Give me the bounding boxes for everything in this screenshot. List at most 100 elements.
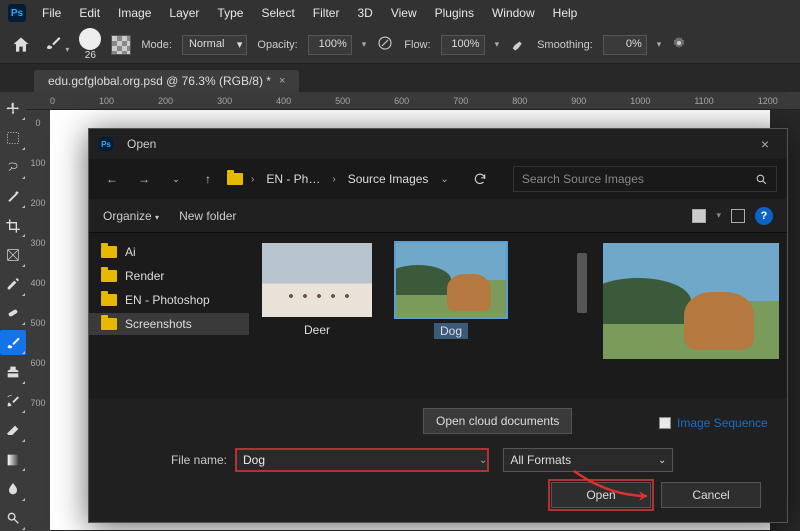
search-input[interactable]: Search Source Images	[513, 166, 777, 192]
pressure-opacity-icon[interactable]	[376, 34, 394, 55]
checkbox-icon[interactable]	[659, 417, 671, 429]
menu-image[interactable]: Image	[110, 3, 159, 23]
menu-edit[interactable]: Edit	[71, 3, 108, 23]
tree-item[interactable]: EN - Photoshop	[89, 289, 249, 311]
opacity-input[interactable]: 100%	[308, 35, 352, 55]
document-tab[interactable]: edu.gcfglobal.org.psd @ 76.3% (RGB/8) * …	[34, 70, 299, 92]
menu-filter[interactable]: Filter	[305, 3, 348, 23]
new-folder-button[interactable]: New folder	[179, 209, 236, 223]
refresh-icon[interactable]	[467, 166, 493, 192]
filename-input[interactable]	[235, 448, 489, 472]
preview-pane-icon[interactable]	[731, 209, 745, 223]
close-icon[interactable]: ×	[753, 136, 777, 152]
folder-icon	[101, 318, 117, 330]
chevron-right-icon[interactable]: ›	[249, 174, 256, 185]
mode-label: Mode:	[141, 39, 172, 51]
menu-select[interactable]: Select	[253, 3, 302, 23]
thumbnail-caption: Dog	[434, 323, 468, 339]
menu-type[interactable]: Type	[209, 3, 251, 23]
home-icon[interactable]	[8, 32, 34, 58]
dialog-title: Open	[127, 137, 156, 151]
menu-window[interactable]: Window	[484, 3, 543, 23]
magic-wand-tool[interactable]	[0, 184, 26, 209]
vertical-ruler: 0100200300400500600700	[26, 110, 50, 531]
smoothing-input[interactable]: 0%	[603, 35, 647, 55]
recent-dropdown-icon[interactable]: ⌄	[163, 166, 189, 192]
dialog-body: Ai Render EN - Photoshop Screenshots Dee…	[89, 233, 787, 398]
file-thumbnail-selected[interactable]: Dog	[391, 243, 511, 339]
brush-tool[interactable]	[0, 330, 26, 355]
opacity-label: Opacity:	[257, 39, 297, 51]
brush-size-preview[interactable]: 26	[79, 28, 101, 61]
flow-input[interactable]: 100%	[441, 35, 485, 55]
document-tab-title: edu.gcfglobal.org.psd @ 76.3% (RGB/8) *	[48, 74, 271, 88]
crop-tool[interactable]	[0, 213, 26, 238]
back-icon[interactable]: ←	[99, 166, 125, 192]
folder-icon	[101, 270, 117, 282]
smoothing-gear-icon[interactable]	[671, 35, 687, 54]
dialog-titlebar: Ps Open ×	[89, 129, 787, 159]
dog-preview-icon	[603, 243, 779, 359]
filename-label: File name:	[107, 453, 227, 467]
open-button[interactable]: Open	[551, 482, 651, 508]
chevron-right-icon[interactable]: ›	[330, 174, 337, 185]
photoshop-small-icon: Ps	[99, 137, 113, 151]
mode-select[interactable]: Normal ▾	[182, 35, 247, 55]
smoothing-label: Smoothing:	[537, 39, 593, 51]
document-tab-bar: edu.gcfglobal.org.psd @ 76.3% (RGB/8) * …	[0, 64, 800, 92]
brush-size-value: 26	[85, 50, 96, 61]
help-icon[interactable]: ?	[755, 207, 773, 225]
airbrush-icon[interactable]	[509, 34, 527, 55]
menu-help[interactable]: Help	[545, 3, 586, 23]
brush-preset-icon[interactable]	[111, 35, 131, 55]
marquee-tool[interactable]	[0, 125, 26, 150]
image-sequence-checkbox[interactable]: Image Sequence	[659, 416, 768, 430]
eyedropper-tool[interactable]	[0, 272, 26, 297]
menu-view[interactable]: View	[383, 3, 425, 23]
gradient-tool[interactable]	[0, 447, 26, 472]
menu-3d[interactable]: 3D	[349, 3, 380, 23]
blur-tool[interactable]	[0, 476, 26, 501]
breadcrumb-seg-1[interactable]: EN - Ph…	[262, 170, 324, 188]
menu-plugins[interactable]: Plugins	[427, 3, 482, 23]
photoshop-logo-icon: Ps	[8, 4, 26, 22]
frame-tool[interactable]	[0, 242, 26, 267]
format-select[interactable]: All Formats⌄	[503, 448, 673, 472]
chevron-down-icon[interactable]: ⌄	[438, 174, 450, 185]
breadcrumb[interactable]: › EN - Ph… › Source Images ⌄	[227, 170, 451, 188]
folder-tree: Ai Render EN - Photoshop Screenshots	[89, 233, 249, 398]
breadcrumb-seg-2[interactable]: Source Images	[344, 170, 433, 188]
menubar: Ps File Edit Image Layer Type Select Fil…	[0, 0, 800, 26]
tree-item[interactable]: Render	[89, 265, 249, 287]
close-tab-icon[interactable]: ×	[279, 75, 285, 87]
folder-icon	[227, 173, 243, 185]
tree-item[interactable]: Ai	[89, 241, 249, 263]
dodge-tool[interactable]	[0, 506, 26, 531]
tool-palette	[0, 92, 26, 531]
brush-tool-icon[interactable]: ▾	[44, 34, 69, 55]
folder-icon	[101, 294, 117, 306]
menu-layer[interactable]: Layer	[161, 3, 207, 23]
search-icon	[755, 173, 768, 186]
cancel-button[interactable]: Cancel	[661, 482, 761, 508]
healing-brush-tool[interactable]	[0, 301, 26, 326]
menu-file[interactable]: File	[34, 3, 69, 23]
dog-image-icon	[396, 243, 506, 317]
preview-thumbnail	[603, 243, 779, 359]
forward-icon[interactable]: →	[131, 166, 157, 192]
folder-icon	[101, 246, 117, 258]
up-icon[interactable]: ↑	[195, 166, 221, 192]
organize-button[interactable]: Organize ▾	[103, 209, 159, 223]
history-brush-tool[interactable]	[0, 389, 26, 414]
tree-item[interactable]: Screenshots	[89, 313, 249, 335]
dialog-toolbar: Organize ▾ New folder ▾ ?	[89, 199, 787, 233]
move-tool[interactable]	[0, 96, 26, 121]
thumbnail-panel[interactable]: Deer Dog Open cloud documents Image Sequ…	[249, 233, 787, 398]
eraser-tool[interactable]	[0, 418, 26, 443]
clone-stamp-tool[interactable]	[0, 359, 26, 384]
options-bar: ▾ 26 Mode: Normal ▾ Opacity: 100%▾ Flow:…	[0, 26, 800, 64]
open-cloud-documents-button[interactable]: Open cloud documents	[423, 408, 572, 434]
view-mode-icon[interactable]	[692, 209, 706, 223]
file-thumbnail[interactable]: Deer	[257, 243, 377, 337]
lasso-tool[interactable]	[0, 155, 26, 180]
